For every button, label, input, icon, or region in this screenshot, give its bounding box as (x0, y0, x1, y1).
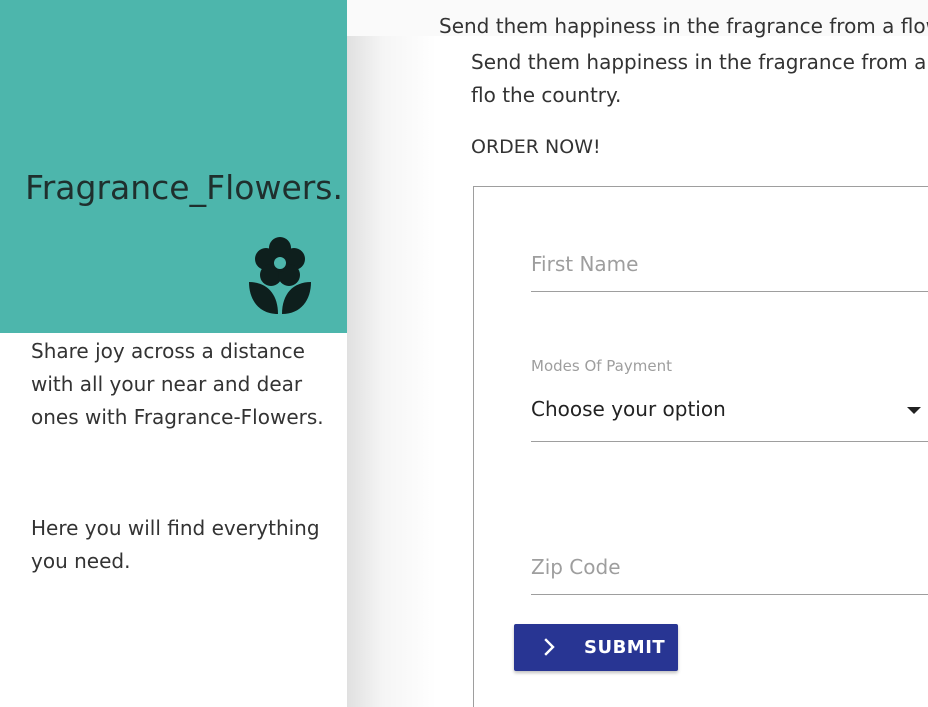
order-form: Modes Of Payment Choose your option SUBM… (473, 186, 928, 707)
brand-title: Fragrance_Flowers. (25, 168, 343, 207)
first-name-input[interactable] (531, 241, 928, 287)
zip-code-field (531, 544, 928, 595)
zip-code-input[interactable] (531, 544, 928, 590)
header-text: Send them happiness in the fragrance fro… (439, 14, 928, 38)
sidebar-shadow (347, 36, 437, 707)
payment-select-field: Modes Of Payment Choose your option (531, 357, 928, 443)
tagline-text: Share joy across a distance with all you… (31, 339, 324, 429)
first-name-field (531, 241, 928, 292)
payment-label: Modes Of Payment (531, 357, 672, 375)
sidebar: Fragrance_Flowers. Share joy across a di… (0, 0, 347, 707)
intro-text: Send them happiness in the fragrance fro… (471, 50, 927, 107)
note-text: Here you will find everything you need. (31, 516, 320, 573)
order-now-heading: ORDER NOW! (471, 136, 601, 158)
submit-label: SUBMIT (584, 637, 666, 658)
payment-select[interactable]: Choose your option (531, 389, 928, 442)
caret-down-icon (907, 407, 921, 414)
brand-panel: Fragrance_Flowers. (0, 0, 347, 333)
submit-button[interactable]: SUBMIT (514, 624, 678, 671)
flower-icon (249, 237, 311, 314)
page: Send them happiness in the fragrance fro… (0, 0, 928, 707)
payment-select-value: Choose your option (531, 397, 726, 421)
chevron-right-icon (544, 638, 555, 656)
